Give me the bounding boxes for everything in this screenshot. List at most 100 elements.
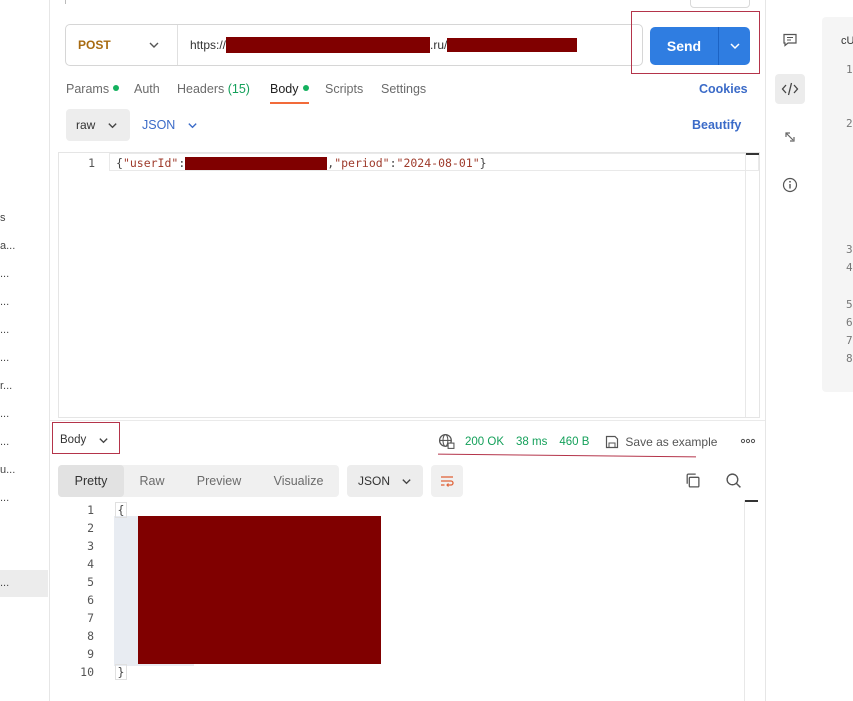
line-number: 5 (87, 575, 94, 589)
tab-label: Body (270, 82, 299, 96)
sidebar-item[interactable]: u... (0, 460, 48, 480)
send-button[interactable]: Send (650, 27, 750, 65)
globe-icon[interactable] (438, 433, 455, 450)
response-body-viewer[interactable]: 1 2 3 4 5 6 7 8 9 10 { } (58, 500, 760, 701)
code-snippet-button[interactable] (775, 74, 805, 104)
sidebar-item[interactable]: ... (0, 292, 48, 312)
line-number: 2 (87, 521, 94, 535)
line-number: 8 (846, 352, 853, 365)
tab-scripts[interactable]: Scripts (325, 80, 363, 104)
save-icon (606, 435, 619, 448)
json-key: "userId" (122, 156, 179, 170)
tab-preview[interactable]: Preview (180, 465, 258, 497)
line-number: 6 (846, 316, 853, 329)
line-number: 3 (87, 539, 94, 553)
tab-raw[interactable]: Raw (124, 465, 180, 497)
comment-icon (783, 33, 797, 47)
code-icon (781, 82, 799, 96)
tab-auth[interactable]: Auth (134, 80, 160, 104)
body-language-select[interactable]: JSON (142, 109, 198, 141)
method-select[interactable]: POST (66, 25, 178, 65)
tab-label: Headers (177, 82, 225, 96)
sidebar-item[interactable]: s (0, 208, 48, 228)
response-language-select[interactable]: JSON (347, 465, 423, 497)
scroll-thumb[interactable] (746, 153, 759, 155)
headers-count: (15) (227, 82, 250, 96)
top-control-box[interactable] (690, 0, 750, 8)
tab-visualize[interactable]: Visualize (258, 465, 339, 497)
scrollbar[interactable] (744, 500, 758, 701)
line-number: 7 (846, 334, 853, 347)
tab-pretty[interactable]: Pretty (58, 465, 124, 497)
save-as-example-button[interactable]: Save as example (605, 435, 717, 449)
status-code[interactable]: 200 OK (465, 436, 504, 448)
code-line: { "userId" : , "period" : "2024-08-01" } (116, 156, 487, 170)
wrap-lines-button[interactable] (431, 465, 463, 497)
line-number: 3 (846, 243, 853, 256)
body-mode-label: raw (76, 118, 96, 132)
search-icon[interactable] (725, 472, 742, 489)
sidebar-item[interactable]: ... (0, 432, 48, 452)
send-options-button[interactable] (719, 40, 750, 52)
status-dot (113, 85, 120, 91)
sidebar-item[interactable]: ... (0, 348, 48, 368)
sidebar-item[interactable]: ... (0, 488, 48, 508)
json-value: "2024-08-01" (396, 156, 480, 170)
chevron-down-icon (149, 42, 159, 48)
line-number: 6 (87, 593, 94, 607)
related-button[interactable] (775, 122, 805, 152)
copy-icon[interactable] (684, 472, 701, 489)
response-language-label: JSON (358, 474, 391, 488)
chevron-down-icon (108, 123, 117, 129)
brace: } (479, 156, 487, 170)
tab-settings[interactable]: Settings (381, 80, 426, 104)
sidebar-item[interactable]: ... (0, 320, 48, 340)
response-body-label: Body (60, 434, 87, 446)
method-label: POST (78, 38, 111, 52)
send-label: Send (666, 38, 702, 54)
redacted-block (138, 516, 381, 664)
info-button[interactable] (775, 170, 805, 200)
tab-body[interactable]: Body (270, 80, 309, 104)
line-number: 8 (87, 629, 94, 643)
cookies-link[interactable]: Cookies (699, 82, 748, 96)
response-size[interactable]: 460 B (559, 436, 589, 448)
scroll-thumb[interactable] (745, 500, 758, 502)
beautify-button[interactable]: Beautify (692, 118, 741, 132)
scrollbar[interactable] (745, 153, 759, 417)
info-icon (782, 177, 798, 193)
colon: : (178, 156, 186, 170)
response-meta: 200 OK 38 ms 460 B Save as example (438, 433, 717, 450)
body-language-label: JSON (142, 118, 176, 132)
request-body-editor[interactable]: 1 { "userId" : , "period" : "2024-08-01"… (58, 152, 760, 418)
tab-params[interactable]: Params (66, 80, 120, 104)
redacted-block (185, 156, 328, 170)
chevron-down-icon (188, 122, 197, 128)
response-view-tabs: Pretty Raw Preview Visualize (58, 465, 339, 497)
sidebar-item[interactable]: r... (0, 376, 48, 396)
brace: } (115, 664, 127, 680)
line-number: 4 (87, 557, 94, 571)
response-body-select[interactable]: Body (60, 434, 109, 446)
response-time[interactable]: 38 ms (516, 436, 547, 448)
sidebar-item[interactable]: ... (0, 264, 48, 284)
url-prefix: https:// (190, 38, 227, 52)
url-input[interactable]: https:// .ru/ (190, 25, 578, 65)
sidebar-item-active[interactable]: ... (0, 570, 48, 597)
more-options-icon[interactable] (740, 433, 756, 449)
chevron-down-icon (402, 479, 411, 485)
divider (50, 420, 766, 421)
line-number: 7 (87, 611, 94, 625)
save-as-example-label: Save as example (625, 434, 718, 449)
comments-button[interactable] (775, 25, 805, 55)
brace: { (116, 156, 123, 170)
sidebar-item[interactable]: a... (0, 236, 48, 256)
brace: { (115, 502, 127, 518)
collections-sidebar: s a... ... ... ... ... r... ... ... u...… (0, 0, 50, 701)
sidebar-item[interactable]: ... (0, 404, 48, 424)
line-number: 10 (80, 665, 94, 679)
line-number: 4 (846, 261, 853, 274)
tab-headers[interactable]: Headers (15) (177, 80, 250, 104)
body-mode-select[interactable]: raw (66, 109, 130, 141)
comma: , (327, 156, 335, 170)
